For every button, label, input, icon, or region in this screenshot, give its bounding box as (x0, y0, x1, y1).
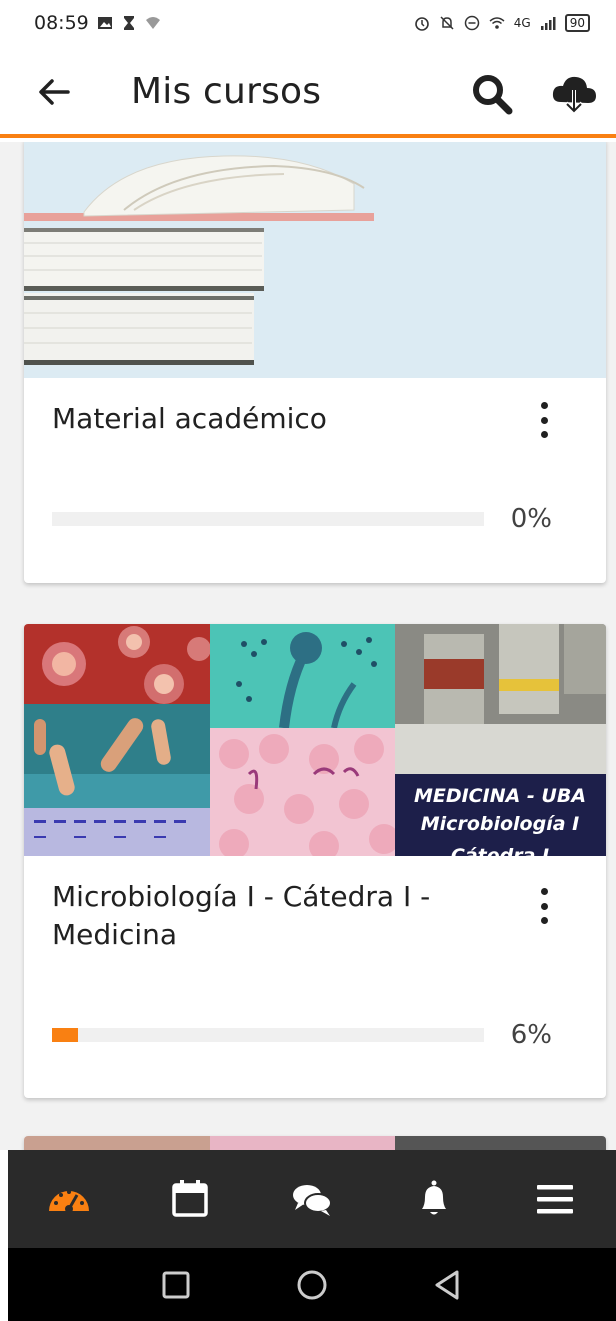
tab-menu[interactable] (494, 1150, 616, 1248)
image-caption-line3: Cátedra I (451, 845, 549, 856)
image-caption-line1: MEDICINA - UBA (414, 785, 586, 807)
bell-icon (421, 1180, 446, 1215)
app-bar: Mis cursos (0, 46, 616, 138)
image-icon (97, 17, 112, 29)
progress-bar (52, 512, 484, 526)
course-list: Material académico 0% MEDICINA - UBA Mic… (0, 142, 616, 1150)
recents-icon[interactable] (159, 1268, 193, 1302)
dnd-icon (464, 15, 480, 31)
course-card[interactable]: MEDICINA - UBA Microbiología I Cátedra I… (24, 624, 606, 1098)
status-time: 08:59 (34, 12, 89, 34)
network-type: 4G (513, 16, 531, 30)
progress-bar (52, 1028, 484, 1042)
back-arrow-icon[interactable] (34, 72, 74, 112)
progress-label: 0% (510, 504, 552, 534)
more-options-icon[interactable] (540, 402, 548, 438)
hourglass-icon (123, 16, 134, 30)
more-options-icon[interactable] (540, 888, 548, 924)
course-card[interactable]: Material académico 0% (24, 142, 606, 583)
wifi-question-icon (145, 17, 160, 29)
mute-icon (440, 16, 454, 30)
progress-fill (52, 1028, 78, 1042)
course-image-partial (24, 1136, 606, 1150)
battery-level: 90 (564, 14, 590, 32)
tab-messages[interactable] (251, 1150, 373, 1248)
wifi-icon (489, 17, 505, 29)
signal-icon (540, 17, 556, 30)
calendar-icon (172, 1180, 209, 1217)
system-nav-bar (8, 1248, 616, 1321)
home-icon[interactable] (295, 1268, 329, 1302)
course-title[interactable]: Microbiología I - Cátedra I - Medicina (52, 878, 472, 954)
menu-icon (537, 1185, 574, 1214)
search-icon[interactable] (470, 72, 514, 116)
page-title: Mis cursos (131, 71, 322, 112)
books-illustration (24, 142, 606, 378)
back-icon[interactable] (431, 1268, 465, 1302)
tab-calendar[interactable] (130, 1150, 252, 1248)
course-card[interactable] (24, 1136, 606, 1150)
course-image-microbiology: MEDICINA - UBA Microbiología I Cátedra I (24, 624, 606, 856)
course-image-books (24, 142, 606, 378)
microbiology-collage: MEDICINA - UBA Microbiología I Cátedra I (24, 624, 606, 856)
tab-dashboard[interactable] (8, 1150, 130, 1248)
dashboard-icon (48, 1190, 89, 1213)
progress-label: 6% (510, 1020, 552, 1050)
status-bar: 08:59 4G 90 (0, 0, 616, 46)
messages-icon (292, 1185, 332, 1216)
course-title[interactable]: Material académico (52, 400, 472, 438)
tab-notifications[interactable] (373, 1150, 495, 1248)
alarm-icon (414, 17, 429, 31)
image-caption-line2: Microbiología I (421, 813, 579, 835)
cloud-download-icon[interactable] (551, 74, 597, 116)
bottom-tab-bar (8, 1150, 616, 1248)
